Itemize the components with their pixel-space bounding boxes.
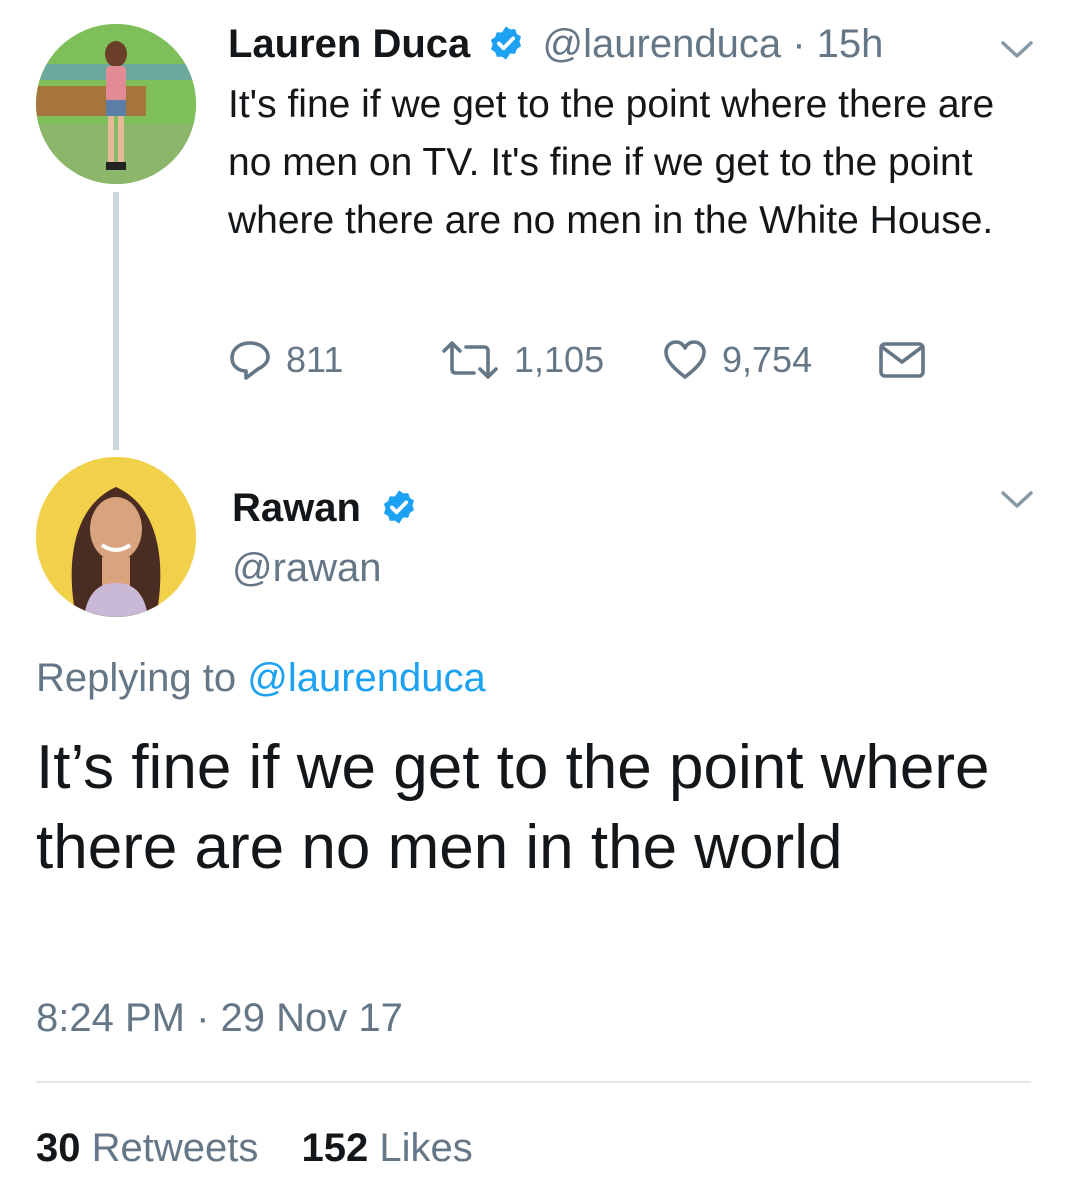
reply-author-row: Rawan — [232, 484, 418, 532]
retweet-icon — [442, 341, 498, 379]
retweets-count: 30 — [36, 1126, 81, 1170]
replying-to-line: Replying to @laurenduca — [36, 654, 486, 702]
reply-author-handle[interactable]: @rawan — [232, 544, 382, 592]
separator-dot: · — [196, 996, 210, 1040]
separator-dot: · — [792, 22, 806, 66]
verified-badge-icon — [491, 26, 522, 61]
avatar-rawan[interactable] — [36, 457, 196, 617]
author-name[interactable]: Lauren Duca — [228, 22, 470, 66]
retweets-stat[interactable]: 30 Retweets — [36, 1126, 270, 1170]
reply-tweet-text: It’s fine if we get to the point where t… — [36, 733, 990, 882]
direct-message-icon — [879, 342, 925, 378]
divider — [36, 1081, 1031, 1083]
chevron-down-icon[interactable] — [1000, 40, 1034, 60]
thread-connector-line — [113, 192, 119, 450]
like-count: 9,754 — [722, 339, 813, 380]
tweet-time-ago[interactable]: 15h — [817, 22, 884, 66]
author-handle[interactable]: @laurenduca — [543, 22, 782, 66]
likes-count: 152 — [301, 1126, 369, 1170]
reply-button[interactable]: 811 — [228, 334, 343, 386]
like-button[interactable]: 9,754 — [662, 334, 812, 386]
heart-icon — [664, 340, 706, 379]
verified-badge-icon — [384, 490, 415, 525]
reply-count: 811 — [286, 339, 344, 380]
likes-label: Likes — [379, 1126, 473, 1170]
chevron-down-icon[interactable] — [1000, 490, 1034, 510]
direct-message-button[interactable] — [878, 334, 926, 386]
likes-stat[interactable]: 152 Likes — [302, 1126, 473, 1170]
avatar-image — [36, 457, 196, 617]
retweet-count: 1,105 — [514, 339, 605, 380]
avatar-lauren-duca[interactable] — [36, 24, 196, 184]
replying-to-link[interactable]: @laurenduca — [247, 656, 486, 700]
retweets-label: Retweets — [91, 1126, 259, 1170]
reply-icon — [230, 341, 270, 380]
avatar-image — [36, 24, 196, 184]
tweet-timestamp: 8:24 PM · 29 Nov 17 — [36, 994, 403, 1042]
tweet-date[interactable]: 29 Nov 17 — [221, 996, 403, 1040]
tweet-time[interactable]: 8:24 PM — [36, 996, 185, 1040]
tweet-header: Lauren Duca @laurenduca · 15h — [228, 20, 883, 68]
retweet-button[interactable]: 1,105 — [440, 334, 604, 386]
reply-author-name[interactable]: Rawan — [232, 486, 361, 530]
tweet-stats: 30 Retweets 152 Likes — [36, 1124, 473, 1172]
replying-to-label: Replying to — [36, 656, 237, 700]
tweet-text: It's fine if we get to the point where t… — [228, 83, 995, 242]
